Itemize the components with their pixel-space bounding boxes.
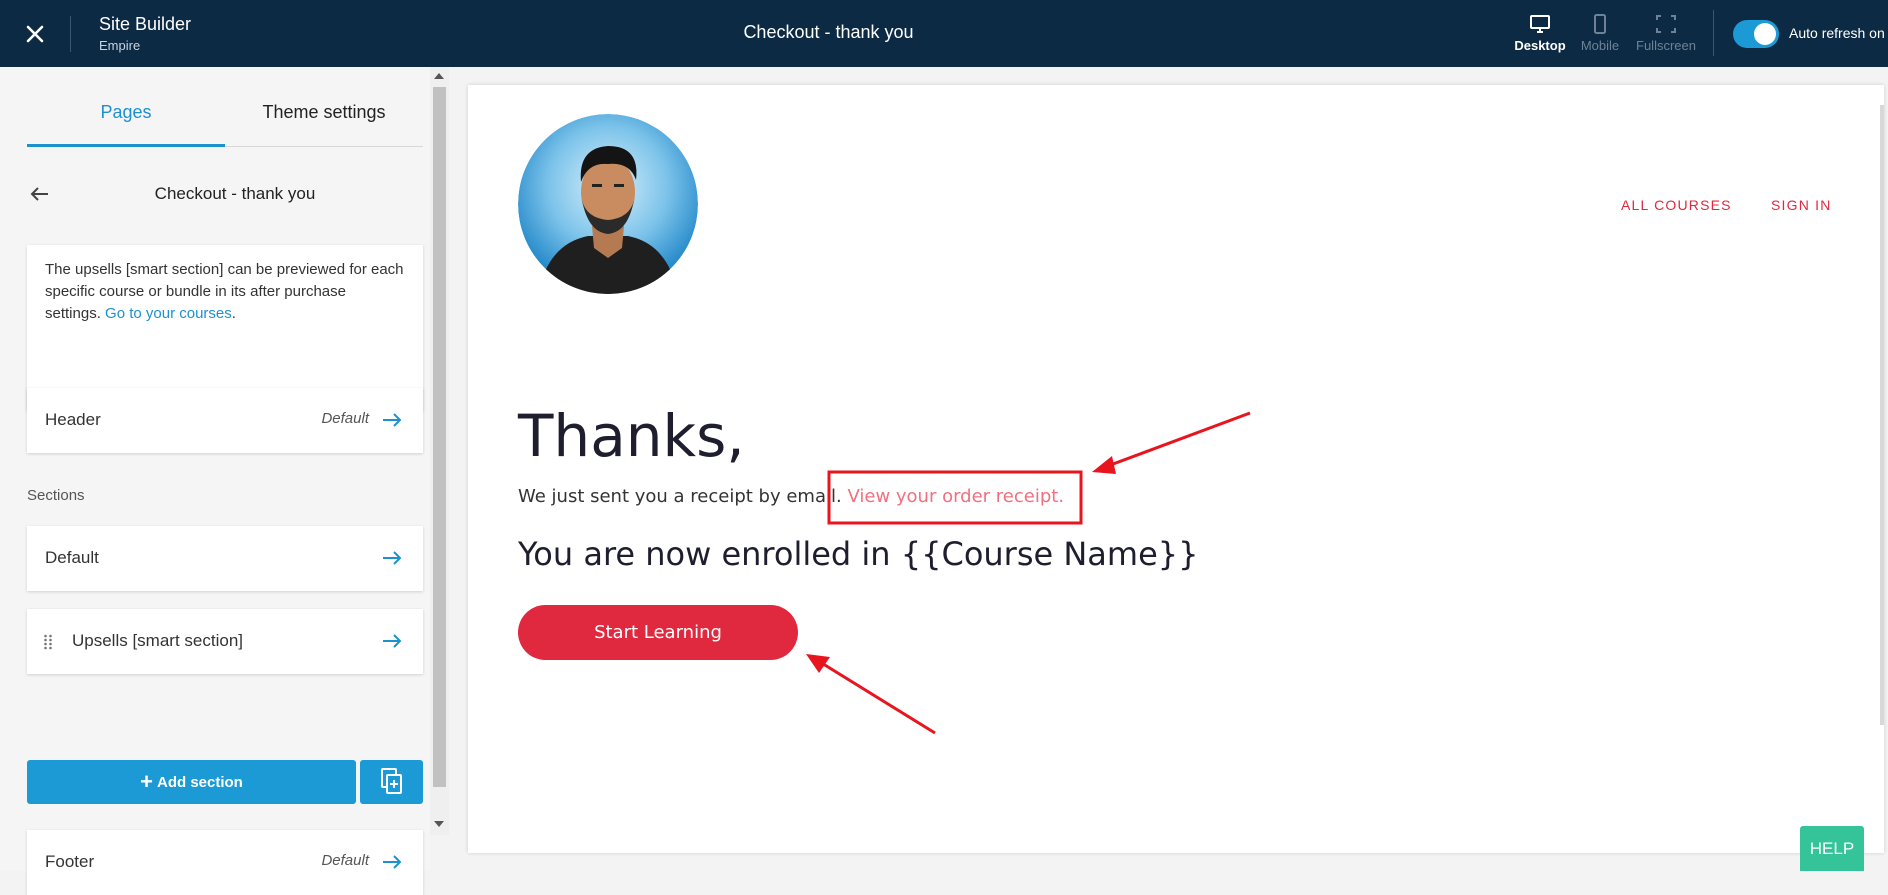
page-preview: ALL COURSES SIGN IN Thanks, We just sent… [468,85,1884,853]
fullscreen-view-button[interactable]: Fullscreen [1636,14,1696,53]
desktop-label: Desktop [1514,38,1566,53]
info-period: . [231,305,236,322]
back-arrow-icon[interactable] [28,182,52,206]
sidebar-page-title: Checkout - thank you [154,184,316,203]
scroll-up-icon[interactable] [434,73,444,79]
avatar-logo [518,114,698,294]
fullscreen-icon [1656,15,1676,33]
section-card-upsells[interactable]: Upsells [smart section] [27,609,423,674]
arrow-right-icon [383,855,402,869]
section-card-default[interactable]: Default [27,526,423,591]
header-card-default: Default [321,410,369,427]
arrow-right-icon [383,634,402,648]
preview-scrollbar[interactable] [1880,105,1884,725]
mobile-icon [1594,14,1606,34]
enrolled-heading: You are now enrolled in {{Course Name}} [518,535,1199,573]
tab-theme-settings[interactable]: Theme settings [225,92,423,144]
add-section-label: Add section [157,774,243,791]
section-label: Default [45,548,99,567]
sidebar-tabs: Pages Theme settings [27,92,423,147]
sections-label: Sections [27,487,85,504]
toggle-knob [1754,23,1776,45]
help-button[interactable]: HELP [1800,826,1864,871]
auto-refresh-label: Auto refresh on [1789,25,1885,41]
footer-card[interactable]: Footer Default [27,830,423,895]
receipt-line: We just sent you a receipt by email. Vie… [518,486,1064,507]
divider [1713,10,1714,56]
go-to-courses-link[interactable]: Go to your courses [105,305,232,322]
sidebar-scrollbar-thumb[interactable] [433,87,446,787]
section-label: Upsells [smart section] [72,631,243,650]
nav-all-courses[interactable]: ALL COURSES [1621,197,1732,213]
footer-card-label: Footer [45,852,95,871]
auto-refresh-toggle[interactable] [1733,20,1779,48]
mobile-view-button[interactable]: Mobile [1570,14,1630,53]
arrow-right-icon [383,551,402,565]
desktop-view-button[interactable]: Desktop [1510,14,1570,53]
header-card[interactable]: Header Default [27,388,423,453]
plus-icon: + [140,769,153,794]
thanks-heading: Thanks, [518,402,745,470]
tab-pages[interactable]: Pages [27,92,225,147]
add-section-button[interactable]: + Add section [27,760,356,804]
page-title: Checkout - thank you [743,22,914,42]
header-card-label: Header [45,410,101,429]
mobile-label: Mobile [1580,38,1620,53]
nav-sign-in[interactable]: SIGN IN [1771,197,1832,213]
top-bar: Site Builder Empire Checkout - thank you… [0,0,1888,67]
view-receipt-link[interactable]: View your order receipt. [847,486,1064,507]
duplicate-section-button[interactable] [360,760,423,804]
drag-handle-icon[interactable] [43,633,53,651]
scroll-down-icon[interactable] [434,821,444,827]
copy-icon [381,768,402,794]
upsell-info-box: The upsells [smart section] can be previ… [27,245,423,411]
desktop-icon [1530,15,1550,33]
sidebar: Pages Theme settings Checkout - thank yo… [0,67,430,895]
start-learning-button[interactable]: Start Learning [518,605,798,660]
fullscreen-label: Fullscreen [1636,38,1696,53]
receipt-text: We just sent you a receipt by email. [518,486,842,507]
footer-card-default: Default [321,852,369,869]
arrow-right-icon [383,413,402,427]
